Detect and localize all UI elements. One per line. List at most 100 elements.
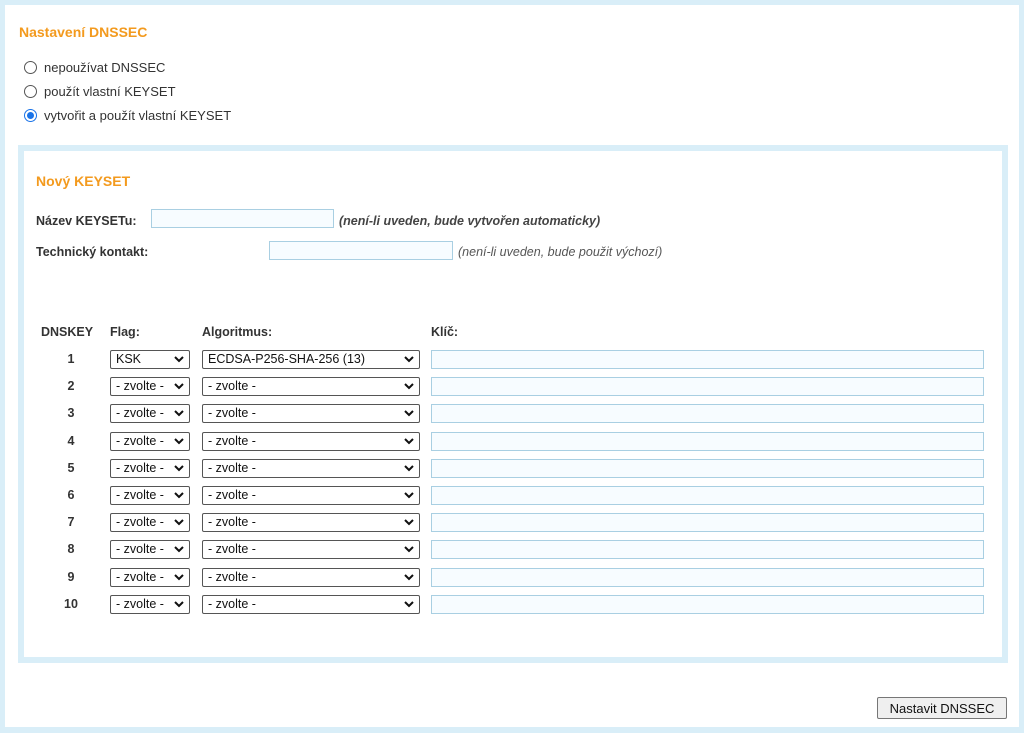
chevron-down-icon bbox=[404, 573, 414, 581]
key-input[interactable] bbox=[431, 513, 984, 533]
dnskey-number: 4 bbox=[67, 433, 75, 448]
algorithm-value: - zvolte - bbox=[208, 433, 256, 448]
dnskey-row: 1 KSK ECDSA-P256-SHA-256 (13) bbox=[24, 350, 1002, 370]
radio-label: nepoužívat DNSSEC bbox=[44, 59, 166, 75]
algorithm-value: - zvolte - bbox=[208, 596, 256, 611]
chevron-down-icon bbox=[174, 437, 184, 445]
chevron-down-icon bbox=[174, 356, 184, 363]
flag-select[interactable]: - zvolte - bbox=[110, 540, 190, 560]
dnskey-number: 6 bbox=[67, 488, 75, 502]
algorithm-select[interactable]: - zvolte - bbox=[202, 567, 420, 587]
radio-button-checked[interactable] bbox=[24, 108, 37, 122]
dnskey-row: 2 - zvolte - - zvolte - bbox=[24, 377, 1002, 397]
algorithm-select[interactable]: ECDSA-P256-SHA-256 (13) bbox=[202, 350, 420, 369]
flag-value: - zvolte - bbox=[116, 515, 164, 530]
algorithm-value: ECDSA-P256-SHA-256 (13) bbox=[208, 352, 366, 366]
key-input[interactable] bbox=[431, 350, 984, 369]
chevron-down-icon bbox=[174, 601, 184, 608]
algorithm-select[interactable]: - zvolte - bbox=[202, 404, 420, 424]
dnskey-number: 10 bbox=[64, 596, 78, 611]
flag-value: - zvolte - bbox=[116, 406, 164, 421]
tech-contact-input[interactable] bbox=[269, 241, 453, 260]
radio-use-own-keyset[interactable]: použít vlastní KEYSET bbox=[24, 82, 176, 100]
flag-value: - zvolte - bbox=[116, 433, 164, 448]
algorithm-select[interactable]: - zvolte - bbox=[202, 486, 420, 505]
key-input[interactable] bbox=[431, 458, 984, 478]
dnskey-number: 5 bbox=[67, 460, 75, 475]
chevron-down-icon bbox=[404, 519, 414, 526]
key-input[interactable] bbox=[431, 404, 984, 424]
dnskey-number: 3 bbox=[67, 406, 75, 421]
chevron-down-icon bbox=[174, 410, 184, 417]
flag-select[interactable]: - zvolte - bbox=[110, 567, 190, 587]
algorithm-value: - zvolte - bbox=[208, 460, 256, 475]
radio-no-dnssec[interactable]: nepoužívat DNSSEC bbox=[24, 58, 165, 76]
flag-select[interactable]: - zvolte - bbox=[110, 513, 190, 533]
algorithm-value: - zvolte - bbox=[208, 569, 256, 584]
flag-value: KSK bbox=[116, 352, 142, 366]
key-input[interactable] bbox=[431, 567, 984, 587]
flag-value: - zvolte - bbox=[116, 460, 164, 475]
dnskey-row: 7 - zvolte - - zvolte - bbox=[24, 513, 1002, 533]
col-flag: Flag: bbox=[110, 325, 140, 339]
key-input[interactable] bbox=[431, 486, 984, 505]
algorithm-value: - zvolte - bbox=[208, 379, 256, 394]
chevron-down-icon bbox=[404, 601, 414, 608]
algorithm-select[interactable]: - zvolte - bbox=[202, 594, 420, 614]
chevron-down-icon bbox=[404, 383, 414, 390]
algorithm-value: - zvolte - bbox=[208, 406, 256, 421]
flag-select[interactable]: - zvolte - bbox=[110, 404, 190, 424]
keyset-title: Nový KEYSET bbox=[36, 173, 131, 189]
radio-label: použít vlastní KEYSET bbox=[44, 83, 176, 99]
flag-select[interactable]: - zvolte - bbox=[110, 377, 190, 397]
algorithm-value: - zvolte - bbox=[208, 488, 256, 502]
algorithm-select[interactable]: - zvolte - bbox=[202, 431, 420, 451]
algorithm-select[interactable]: - zvolte - bbox=[202, 540, 420, 560]
dnskey-row: 10 - zvolte - - zvolte - bbox=[24, 594, 1002, 615]
flag-value: - zvolte - bbox=[116, 542, 164, 557]
set-dnssec-button[interactable]: Nastavit DNSSEC bbox=[877, 697, 1007, 719]
col-algorithm: Algoritmus: bbox=[202, 325, 273, 339]
algorithm-select[interactable]: - zvolte - bbox=[202, 458, 420, 478]
dnskey-row: 4 - zvolte - - zvolte - bbox=[24, 431, 1002, 452]
chevron-down-icon bbox=[404, 437, 414, 445]
radio-create-keyset[interactable]: vytvořit a použít vlastní KEYSET bbox=[24, 106, 231, 124]
chevron-down-icon bbox=[404, 410, 414, 417]
dnskey-number: 9 bbox=[67, 569, 75, 584]
keyset-name-hint: (není-li uveden, bude vytvořen automatic… bbox=[339, 214, 601, 228]
dnskey-row: 3 - zvolte - - zvolte - bbox=[24, 404, 1002, 424]
flag-select[interactable]: - zvolte - bbox=[110, 431, 190, 451]
col-dnskey: DNSKEY bbox=[41, 325, 94, 339]
dnskey-number: 1 bbox=[67, 352, 75, 366]
keyset-name-input[interactable] bbox=[151, 209, 334, 228]
dnskey-number: 2 bbox=[67, 379, 75, 394]
tech-contact-label: Technický kontakt: bbox=[36, 245, 149, 259]
algorithm-select[interactable]: - zvolte - bbox=[202, 377, 420, 397]
flag-value: - zvolte - bbox=[116, 379, 164, 394]
chevron-down-icon bbox=[404, 356, 414, 363]
algorithm-value: - zvolte - bbox=[208, 515, 256, 530]
flag-select[interactable]: - zvolte - bbox=[110, 458, 190, 478]
chevron-down-icon bbox=[404, 465, 414, 472]
key-input[interactable] bbox=[431, 377, 984, 397]
dnskey-row: 8 - zvolte - - zvolte - bbox=[24, 540, 1002, 560]
flag-select[interactable]: - zvolte - bbox=[110, 594, 190, 614]
key-input[interactable] bbox=[431, 594, 984, 614]
chevron-down-icon bbox=[174, 492, 184, 499]
chevron-down-icon bbox=[404, 492, 414, 499]
dnskey-row: 6 - zvolte - - zvolte - bbox=[24, 486, 1002, 506]
new-keyset-panel: Nový KEYSET Název KEYSETu: (není-li uved… bbox=[18, 145, 1008, 663]
key-input[interactable] bbox=[431, 431, 984, 451]
flag-select[interactable]: KSK bbox=[110, 350, 190, 369]
radio-button[interactable] bbox=[24, 60, 37, 74]
algorithm-select[interactable]: - zvolte - bbox=[202, 513, 420, 533]
radio-button[interactable] bbox=[24, 84, 37, 98]
chevron-down-icon bbox=[174, 546, 184, 553]
flag-select[interactable]: - zvolte - bbox=[110, 486, 190, 505]
key-input[interactable] bbox=[431, 540, 984, 560]
dnskey-row: 5 - zvolte - - zvolte - bbox=[24, 458, 1002, 479]
dnskey-number: 8 bbox=[67, 542, 75, 557]
chevron-down-icon bbox=[174, 519, 184, 526]
chevron-down-icon bbox=[174, 383, 184, 390]
flag-value: - zvolte - bbox=[116, 569, 164, 584]
